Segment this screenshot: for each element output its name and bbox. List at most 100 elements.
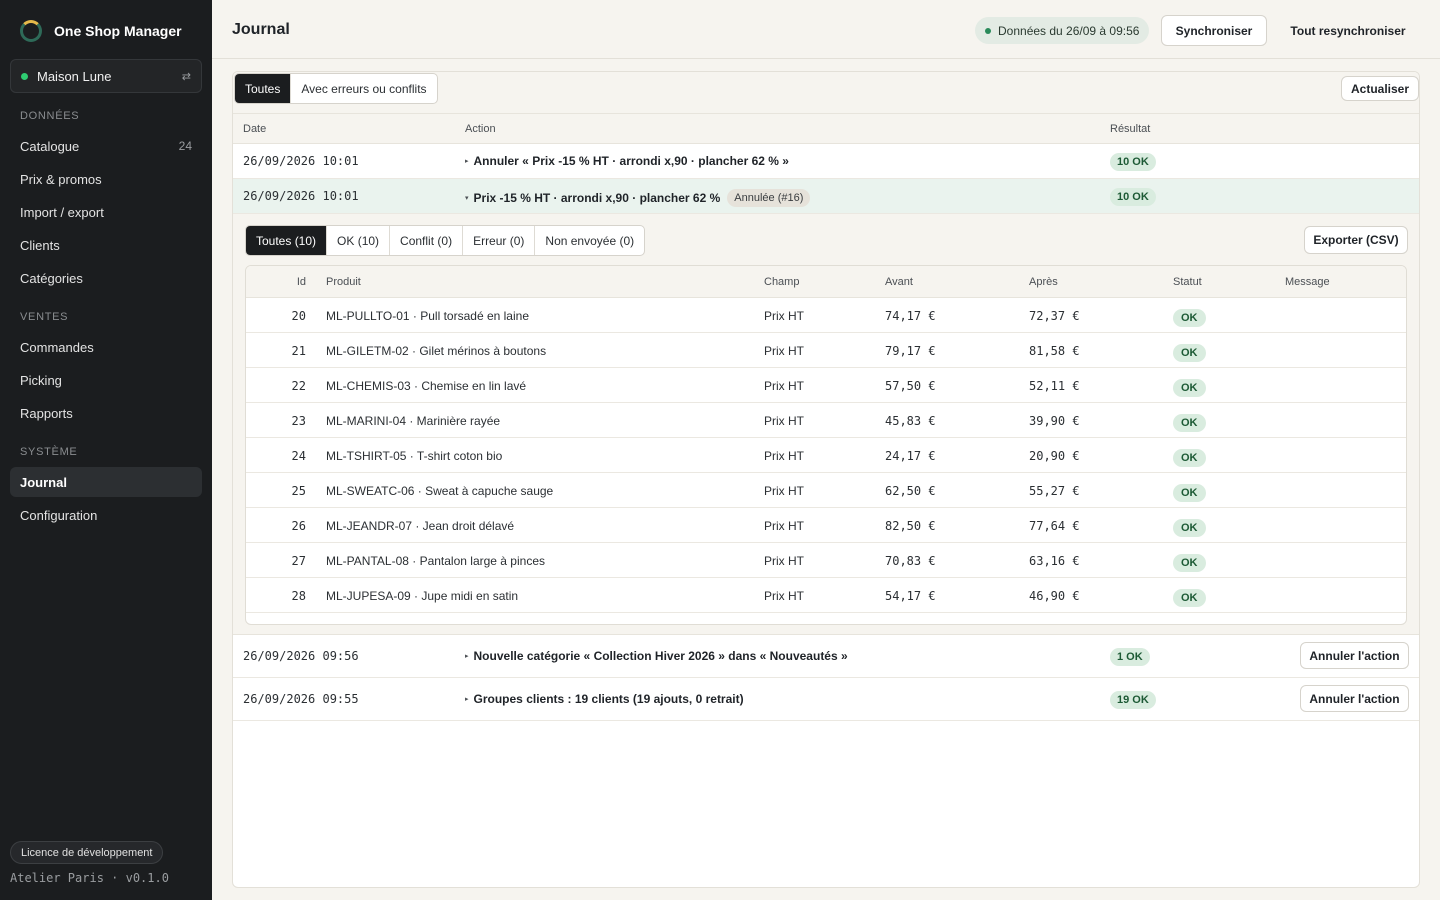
cell-id: 26 [291,519,306,533]
status-badge: OK [1173,414,1206,432]
tab-errors-conflicts[interactable]: Avec erreurs ou conflits [291,74,436,103]
log-action-text: Nouvelle catégorie « Collection Hiver 20… [473,649,848,663]
tab-detail-all[interactable]: Toutes (10) [246,226,328,255]
sidebar-item-rapports[interactable]: Rapports [10,398,202,428]
tab-detail-conflict[interactable]: Conflit (0) [390,226,464,255]
cell-id: 25 [291,484,306,498]
column-product: Produit [326,276,361,288]
store-status-dot [21,72,28,80]
sidebar-item-label: Prix & promos [20,171,102,187]
column-field: Champ [764,276,800,288]
sidebar-item-configuration[interactable]: Configuration [10,500,202,530]
cell-field: Prix HT [764,519,804,533]
resync-all-button[interactable]: Tout resynchroniser [1278,15,1418,46]
status-badge: OK [1173,554,1206,572]
refresh-button[interactable]: Actualiser [1341,76,1419,101]
tab-detail-ok[interactable]: OK (10) [327,226,391,255]
logo-icon [20,20,42,42]
undo-action-button[interactable]: Annuler l'action [1300,642,1409,669]
sidebar-item-label: Picking [20,372,62,388]
sidebar-item-label: Configuration [20,507,98,523]
sidebar-item-label: Catalogue [20,138,80,154]
cell-id: 27 [291,554,306,568]
sync-button[interactable]: Synchroniser [1161,15,1267,46]
license-badge[interactable]: Licence de développement [10,841,164,864]
table-row: 27 ML-PANTAL-08 · Pantalon large à pinces… [246,543,1406,578]
data-status-badge: Données du 26/09 à 09:56 [975,17,1150,44]
cell-before: 57,50 € [885,379,936,393]
table-row: 22 ML-CHEMIS-03 · Chemise en lin lavé Prix… [246,368,1406,403]
log-row[interactable]: 26/09/2026 09:55 ▸ Groupes clients : 19 … [233,678,1419,721]
cell-field: Prix HT [764,344,804,358]
log-row-expanded[interactable]: 26/09/2026 10:01 ▾ Prix -15 % HT · arron… [233,179,1419,214]
cell-product: ML-GILETM-02 · Gilet mérinos à boutons [326,344,547,358]
detail-table-header: Id Produit Champ Avant Après Statut Mess… [246,266,1406,298]
sidebar-item-categories[interactable]: Catégories [10,263,202,293]
cell-id: 20 [291,309,306,323]
undo-action-button[interactable]: Annuler l'action [1300,685,1409,712]
status-badge: OK [1173,589,1206,607]
tab-detail-error[interactable]: Erreur (0) [463,226,536,255]
column-id: Id [296,276,306,288]
cell-field: Prix HT [764,379,804,393]
column-message: Message [1285,276,1330,288]
table-row: 23 ML-MARINI-04 · Marinière rayée Prix HT 4… [246,403,1406,438]
cell-field: Prix HT [764,484,804,498]
sidebar-item-label: Journal [20,474,67,490]
page-header: Journal Données du 26/09 à 09:56 Synchro… [212,0,1440,59]
caret-right-icon: ▸ [465,696,469,703]
cell-after: 20,90 € [1029,449,1080,463]
sidebar-item-picking[interactable]: Picking [10,365,202,395]
journal-filter-tabs: Toutes Avec erreurs ou conflits [234,73,438,104]
log-date: 26/09/2026 10:01 [243,189,359,203]
column-date: Date [243,123,267,135]
sidebar-item-catalogue[interactable]: Catalogue 24 [10,131,202,161]
cell-field: Prix HT [764,414,804,428]
sidebar-item-journal[interactable]: Journal [10,467,202,497]
detail-status-tabs: Toutes (10) OK (10) Conflit (0) Erreur (… [245,225,646,256]
cell-field: Prix HT [764,589,804,603]
log-row[interactable]: 26/09/2026 10:01 ▸ Annuler « Prix -15 % … [233,144,1419,179]
tab-detail-not-sent[interactable]: Non envoyée (0) [535,226,644,255]
log-action: ▸ Annuler « Prix -15 % HT · arrondi x,90… [465,154,789,168]
page-title: Journal [232,21,290,38]
journal-table-header: Date Action Résultat [233,114,1419,144]
nav-section-systeme: SYSTÈME [20,446,78,458]
sidebar-item-commandes[interactable]: Commandes [10,332,202,362]
cell-before: 54,17 € [885,589,936,603]
sidebar-item-clients[interactable]: Clients [10,230,202,260]
result-badge: 19 OK [1110,691,1156,709]
cell-after: 39,90 € [1029,414,1080,428]
log-action-text: Annuler « Prix -15 % HT · arrondi x,90 ·… [473,154,789,168]
log-row[interactable]: 26/09/2026 09:56 ▸ Nouvelle catégorie « … [233,635,1419,678]
cell-field: Prix HT [764,309,804,323]
log-action: ▾ Prix -15 % HT · arrondi x,90 · planche… [465,189,811,207]
cell-after: 52,11 € [1029,379,1080,393]
cell-after: 81,58 € [1029,344,1080,358]
table-row: 21 ML-GILETM-02 · Gilet mérinos à boutons… [246,333,1406,368]
status-dot [985,27,991,34]
sidebar-item-label: Clients [20,237,60,253]
log-date: 26/09/2026 09:55 [243,692,359,706]
tab-all[interactable]: Toutes [235,74,292,103]
column-after: Après [1029,276,1058,288]
cell-product: ML-JUPESA-09 · Jupe midi en satin [326,589,519,603]
cell-product: ML-PULLTO-01 · Pull torsadé en laine [326,309,529,323]
status-badge: OK [1173,309,1206,327]
sidebar-item-prix-promos[interactable]: Prix & promos [10,164,202,194]
cell-product: ML-JEANDR-07 · Jean droit délavé [326,519,515,533]
cell-after: 77,64 € [1029,519,1080,533]
log-date: 26/09/2026 10:01 [243,154,359,168]
action-detail-panel: Toutes (10) OK (10) Conflit (0) Erreur (… [233,214,1419,635]
table-row: 24 ML-TSHIRT-05 · T-shirt coton bio Prix H… [246,438,1406,473]
cell-product: ML-CHEMIS-03 · Chemise en lin lavé [326,379,527,393]
cell-before: 82,50 € [885,519,936,533]
detail-table[interactable]: Id Produit Champ Avant Après Statut Mess… [245,265,1407,625]
cell-before: 70,83 € [885,554,936,568]
sidebar-item-label: Catégories [20,270,83,286]
store-switcher[interactable]: Maison Lune ⇄ [10,59,202,93]
export-csv-button[interactable]: Exporter (CSV) [1304,226,1408,254]
sidebar: One Shop Manager Maison Lune ⇄ DONNÉES C… [0,0,212,900]
sidebar-item-import-export[interactable]: Import / export [10,197,202,227]
caret-right-icon: ▸ [465,158,469,165]
